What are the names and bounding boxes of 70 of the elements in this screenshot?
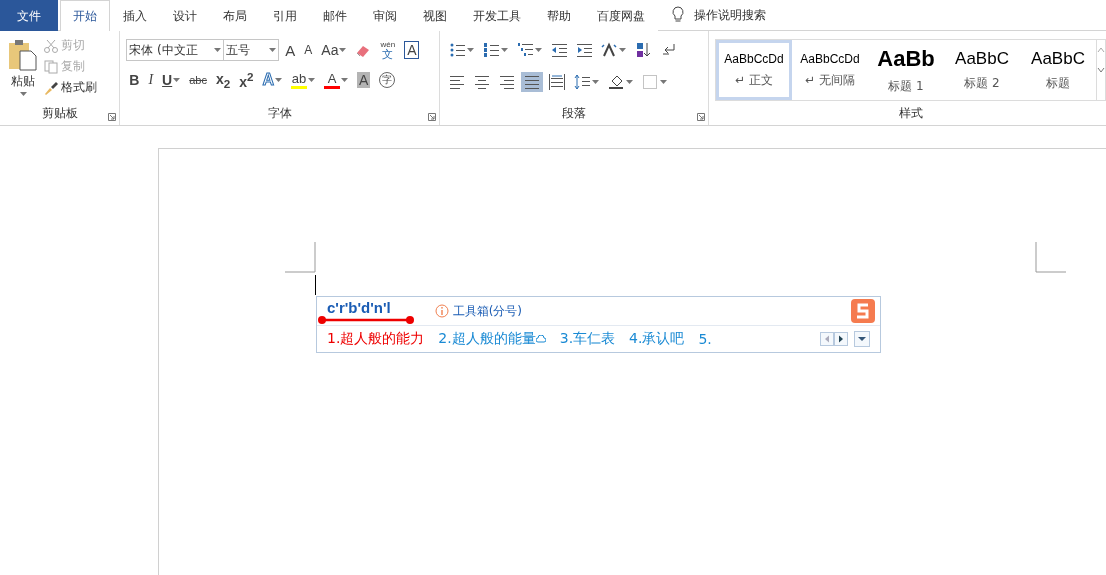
page-right-icon[interactable]	[834, 332, 848, 346]
align-right-icon	[499, 74, 516, 90]
pinyin-text: c'r'b'd'n'l	[327, 300, 391, 315]
character-border-button[interactable]: A	[404, 41, 420, 59]
align-center-icon	[474, 74, 491, 90]
caret-icon	[269, 48, 277, 52]
style-option[interactable]: AaBb 标题 1	[868, 40, 944, 100]
change-case-button[interactable]: Aa	[321, 42, 339, 58]
ribbon-tab[interactable]: 开始	[60, 0, 110, 31]
clipboard-icon	[8, 39, 38, 71]
lightbulb-icon[interactable]	[672, 6, 684, 24]
scissors-icon	[44, 38, 58, 53]
font-name-field[interactable]: 宋体 (中文正	[126, 39, 225, 61]
paintbrush-icon	[44, 80, 58, 95]
copy-icon	[44, 59, 58, 74]
font-color-button[interactable]: A	[327, 71, 337, 85]
bold-button[interactable]: B	[129, 72, 140, 88]
style-option[interactable]: AaBbCcDd ↵ 无间隔	[792, 40, 868, 100]
style-option[interactable]: AaBbC 标题 2	[944, 40, 1020, 100]
justify-icon	[524, 74, 541, 90]
group-label: 剪贴板	[40, 105, 79, 122]
font-size-field[interactable]: 五号	[223, 39, 280, 61]
strikethrough-button[interactable]: abc	[189, 74, 207, 86]
bullets-icon	[449, 42, 466, 58]
caret-icon	[214, 48, 222, 52]
superscript-button[interactable]: x$^{2}$	[239, 70, 254, 90]
subscript-button[interactable]: x$_{2}$	[215, 70, 231, 90]
paste-button[interactable]: 粘贴	[6, 37, 40, 105]
margin-corner-mark	[1035, 242, 1066, 273]
character-shading-button[interactable]: A	[357, 72, 371, 88]
expand-icon[interactable]	[854, 331, 870, 347]
justify-button[interactable]	[521, 72, 544, 92]
toolbox-link[interactable]: 工具箱(分号)	[452, 302, 523, 320]
candidate-item[interactable]: 1.超人般的能力	[327, 330, 425, 348]
group-label: 字体	[266, 105, 293, 122]
group-label: 段落	[561, 105, 588, 122]
candidate-item[interactable]: 3.车仁表	[559, 330, 616, 348]
style-option[interactable]: AaBbCcDd ↵ 正文	[716, 40, 792, 100]
underline-button[interactable]: U	[162, 72, 173, 88]
numbering-icon	[483, 42, 500, 58]
style-option[interactable]: AaBbC 标题	[1020, 40, 1096, 100]
align-left-icon	[449, 74, 466, 90]
increase-indent-icon	[576, 42, 593, 58]
paint-bucket-icon	[608, 74, 625, 90]
candidate-item[interactable]: 5.	[698, 331, 712, 347]
candidate-item[interactable]: 2.超人般的能量	[438, 330, 536, 348]
dialog-launcher-icon[interactable]	[428, 113, 437, 121]
margin-corner-mark	[285, 242, 316, 273]
phonetic-guide-button[interactable]: wén 文	[380, 40, 396, 60]
italic-button[interactable]: I	[148, 72, 154, 88]
ribbon-tab[interactable]: 文件	[0, 0, 58, 31]
multilevel-list-icon	[517, 42, 534, 58]
dialog-launcher-icon[interactable]	[697, 113, 705, 121]
dialog-launcher-icon[interactable]	[108, 113, 117, 121]
paragraph-mark-icon	[660, 42, 677, 58]
shrink-font-button[interactable]: A	[304, 44, 313, 56]
candidate-item[interactable]: 4.承认吧	[629, 330, 685, 348]
decrease-indent-icon	[551, 42, 568, 58]
distribute-icon	[549, 74, 566, 90]
painter-button[interactable]: 格式刷	[44, 79, 97, 96]
borders-icon	[642, 74, 659, 90]
line-spacing-icon	[574, 74, 591, 90]
tell-me-search[interactable]: 操作说明搜索	[694, 6, 766, 24]
highlight-button[interactable]: ab	[291, 71, 307, 85]
text-cursor	[315, 275, 316, 295]
group-label: 样式	[897, 105, 924, 122]
letter-a-arrows-icon	[601, 42, 618, 58]
caret-icon	[19, 92, 27, 96]
grow-font-button[interactable]: A	[285, 42, 296, 58]
sort-icon	[635, 42, 652, 58]
